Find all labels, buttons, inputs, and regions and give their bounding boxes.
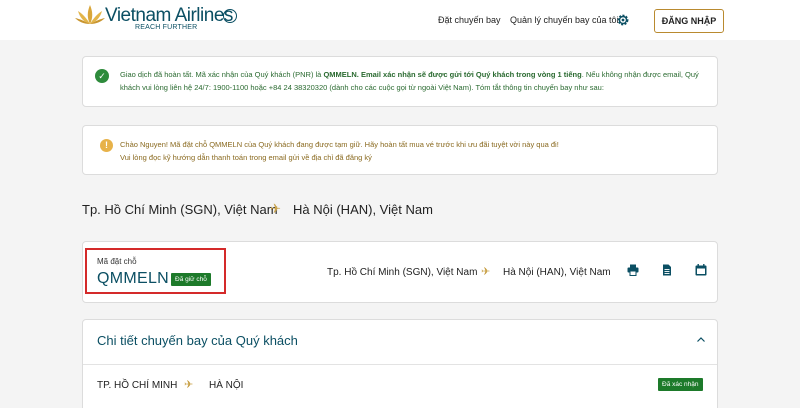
success-message: Giao dịch đã hoàn tất. Mã xác nhận của Q… (120, 68, 710, 94)
segment-origin: TP. HỒ CHÍ MINH (97, 380, 178, 391)
login-button[interactable]: ĐĂNG NHẬP (654, 9, 724, 33)
nav-manage-booking[interactable]: Quản lý chuyến bay của tôi (510, 15, 619, 25)
success-text-1: Giao dịch đã hoàn tất. Mã xác nhận của Q… (120, 70, 324, 79)
airplane-icon: ✈ (270, 201, 281, 216)
hold-notice: ! Chào Nguyen! Mã đặt chỗ QMMELN của Quý… (82, 125, 718, 175)
document-icon[interactable] (661, 264, 673, 276)
vietnam-airlines-logo[interactable]: Vietnam Airlines REACH FURTHER (75, 3, 245, 35)
top-header: Vietnam Airlines REACH FURTHER Đặt chuyế… (0, 0, 800, 40)
booking-destination: Hà Nội (HAN), Việt Nam (503, 267, 611, 278)
hold-message-line1: Chào Nguyen! Mã đặt chỗ QMMELN của Quý k… (120, 140, 559, 149)
chevron-up-icon[interactable] (696, 335, 706, 345)
success-pnr: QMMELN (323, 70, 357, 79)
hold-message-line2: Vui lòng đọc kỹ hướng dẫn thanh toán tro… (120, 153, 372, 162)
divider (83, 364, 717, 365)
flight-details-title: Chi tiết chuyến bay của Quý khách (97, 333, 298, 348)
route-destination: Hà Nội (HAN), Việt Nam (293, 202, 433, 217)
brand-tagline: REACH FURTHER (135, 24, 198, 31)
success-notice: ✓ Giao dịch đã hoàn tất. Mã xác nhận của… (82, 56, 718, 107)
hold-message: Chào Nguyen! Mã đặt chỗ QMMELN của Quý k… (120, 138, 710, 164)
nav-book-flight[interactable]: Đặt chuyến bay (438, 15, 501, 25)
warning-circle-icon: ! (100, 139, 113, 152)
segment-status-badge: Đã xác nhận (658, 378, 703, 391)
booking-summary-card: Mã đặt chỗ QMMELN Đã giữ chỗ Tp. Hồ Chí … (82, 241, 718, 303)
print-icon[interactable] (627, 264, 639, 276)
segment-destination: HÀ NỘI (209, 380, 244, 391)
airplane-icon: ✈ (184, 379, 194, 391)
booking-origin: Tp. Hồ Chí Minh (SGN), Việt Nam (327, 267, 478, 278)
flight-details-panel: Chi tiết chuyến bay của Quý khách TP. HỒ… (82, 319, 718, 408)
airplane-icon: ✈ (481, 266, 491, 278)
pnr-code: QMMELN (97, 270, 170, 287)
lotus-logo-icon (75, 5, 105, 24)
gear-icon[interactable] (616, 13, 630, 27)
success-email-note: . Email xác nhận sẽ được gửi tới Quý khá… (356, 70, 582, 79)
calendar-icon[interactable] (695, 264, 707, 276)
skyteam-icon (223, 9, 237, 23)
route-origin: Tp. Hồ Chí Minh (SGN), Việt Nam (82, 202, 278, 217)
check-circle-icon: ✓ (95, 69, 109, 83)
status-badge: Đã giữ chỗ (171, 273, 211, 286)
pnr-label: Mã đặt chỗ (97, 257, 137, 266)
pnr-highlight: Mã đặt chỗ QMMELN Đã giữ chỗ (85, 248, 226, 294)
